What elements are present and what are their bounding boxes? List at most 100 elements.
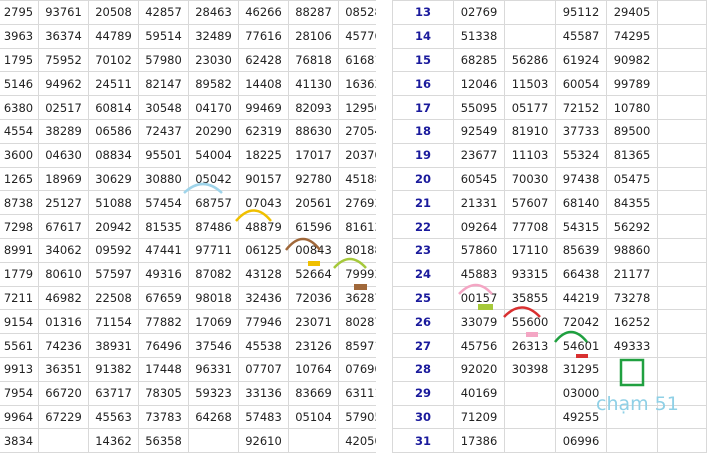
- table-cell: 18225: [238, 142, 289, 168]
- table-cell: 76496: [138, 333, 189, 358]
- table-cell: 49333: [606, 333, 658, 358]
- table-cell: 9964: [0, 404, 39, 430]
- table-cell: 57454: [138, 190, 189, 216]
- table-cell: 90982: [606, 47, 658, 73]
- table-cell: [504, 404, 556, 430]
- day-cell: 19: [392, 142, 454, 168]
- table-cell: 57483: [238, 404, 289, 430]
- table-row: 24 45883 93315 66438 21177: [392, 261, 707, 287]
- table-row: 27 45756 26313 54601 49333: [392, 333, 707, 358]
- table-cell: 4554: [0, 118, 39, 144]
- table-cell: 06586: [88, 118, 139, 144]
- table-cell: 09264: [453, 214, 505, 239]
- table-row: 4554 38289 06586 72437 20290 62319 88630 27054: [0, 118, 389, 144]
- day-cell: 13: [392, 0, 454, 25]
- table-cell: [606, 428, 658, 454]
- table-cell: 05104: [288, 404, 339, 430]
- table-cell: 32489: [188, 23, 239, 49]
- table-row: 25 00157 35855 44219 73278: [392, 285, 707, 311]
- table-cell: 23126: [288, 333, 339, 358]
- empty-cell: [657, 261, 707, 287]
- empty-cell: [657, 118, 707, 144]
- table-cell: 42857: [138, 0, 189, 25]
- table-cell: 45587: [555, 23, 607, 49]
- table-cell: 81535: [138, 214, 189, 239]
- table-row: 15 68285 56286 61924 90982: [392, 47, 707, 73]
- table-cell: 87082: [188, 261, 239, 287]
- table-cell: 21177: [606, 261, 658, 287]
- table-cell: 12046: [453, 71, 505, 97]
- table-row: 18 92549 81910 37733 89500: [392, 118, 707, 144]
- table-row: 5561 74236 38931 76496 37546 45538 23126 85971: [0, 333, 389, 358]
- empty-cell: [657, 47, 707, 73]
- table-row: 22 09264 77708 54315 56292: [392, 214, 707, 239]
- table-cell: 62428: [238, 47, 289, 73]
- table-cell: 30398: [504, 356, 556, 382]
- table-cell: 80610: [38, 261, 89, 287]
- table-row: 17 55095 05177 72152 10780: [392, 95, 707, 120]
- table-row: 26 33079 55600 72042 16252: [392, 309, 707, 335]
- table-cell: 3600: [0, 142, 39, 168]
- table-cell: 28463: [188, 0, 239, 25]
- table-cell: [606, 356, 658, 382]
- table-cell: 44789: [88, 23, 139, 49]
- empty-cell: [657, 23, 707, 49]
- table-cell: 28106: [288, 23, 339, 49]
- table-cell: 88287: [288, 0, 339, 25]
- table-cell: 7298: [0, 214, 39, 239]
- day-cell: 18: [392, 118, 454, 144]
- table-cell: 94962: [38, 71, 89, 97]
- table-cell: 74295: [606, 23, 658, 49]
- table-cell: 77882: [138, 309, 189, 335]
- table-cell: 22508: [88, 285, 139, 311]
- empty-cell: [657, 214, 707, 239]
- table-cell: 95112: [555, 0, 607, 25]
- table-row: 2795 93761 20508 42857 28463 46266 88287 08528: [0, 0, 389, 25]
- table-row: 9964 67229 45563 73783 64268 57483 05104 57905: [0, 404, 389, 430]
- table-cell: 76818: [288, 47, 339, 73]
- table-cell: 23030: [188, 47, 239, 73]
- empty-cell: [657, 309, 707, 335]
- table-cell: 17017: [288, 142, 339, 168]
- table-cell: 72036: [288, 285, 339, 311]
- table-cell: 17386: [453, 428, 505, 454]
- table-cell: 67229: [38, 404, 89, 430]
- table-cell: 35855: [504, 285, 556, 311]
- table-cell: 54004: [188, 142, 239, 168]
- table-cell: 41130: [288, 71, 339, 97]
- table-row: 9154 01316 71154 77882 17069 77946 23071 80287: [0, 309, 389, 335]
- table-cell: 29405: [606, 0, 658, 25]
- day-cell: 24: [392, 261, 454, 287]
- table-cell: 04630: [38, 142, 89, 168]
- table-cell: 24511: [88, 71, 139, 97]
- table-cell: 8738: [0, 190, 39, 216]
- table-cell: 16252: [606, 309, 658, 335]
- cham-label: chạm 51: [596, 393, 679, 415]
- table-cell: 30548: [138, 95, 189, 120]
- table-row: 8738 25127 51088 57454 68757 07043 20561 27693: [0, 190, 389, 216]
- table-row: 9913 36351 91382 17448 96331 07707 10764 07690: [0, 356, 389, 382]
- table-cell: 33079: [453, 309, 505, 335]
- table-cell: 10764: [288, 356, 339, 382]
- table-cell: 18969: [38, 166, 89, 192]
- table-cell: 97438: [555, 166, 607, 192]
- table-cell: 72152: [555, 95, 607, 120]
- table-cell: 45563: [88, 404, 139, 430]
- table-cell: 64268: [188, 404, 239, 430]
- table-cell: 99469: [238, 95, 289, 120]
- table-row: 3600 04630 08834 95501 54004 18225 17017 20370: [0, 142, 389, 168]
- table-cell: 9154: [0, 309, 39, 335]
- table-cell: 61596: [288, 214, 339, 239]
- table-cell: 3834: [0, 428, 39, 454]
- table-cell: 02517: [38, 95, 89, 120]
- table-cell: 30880: [138, 166, 189, 192]
- table-cell: 85639: [555, 237, 607, 263]
- table-cell: 60814: [88, 95, 139, 120]
- table-cell: 57597: [88, 261, 139, 287]
- table-cell: 45538: [238, 333, 289, 358]
- table-cell: 92020: [453, 356, 505, 382]
- table-cell: 45756: [453, 333, 505, 358]
- table-cell: 05177: [504, 95, 556, 120]
- table-cell: 23071: [288, 309, 339, 335]
- table-cell: 6380: [0, 95, 39, 120]
